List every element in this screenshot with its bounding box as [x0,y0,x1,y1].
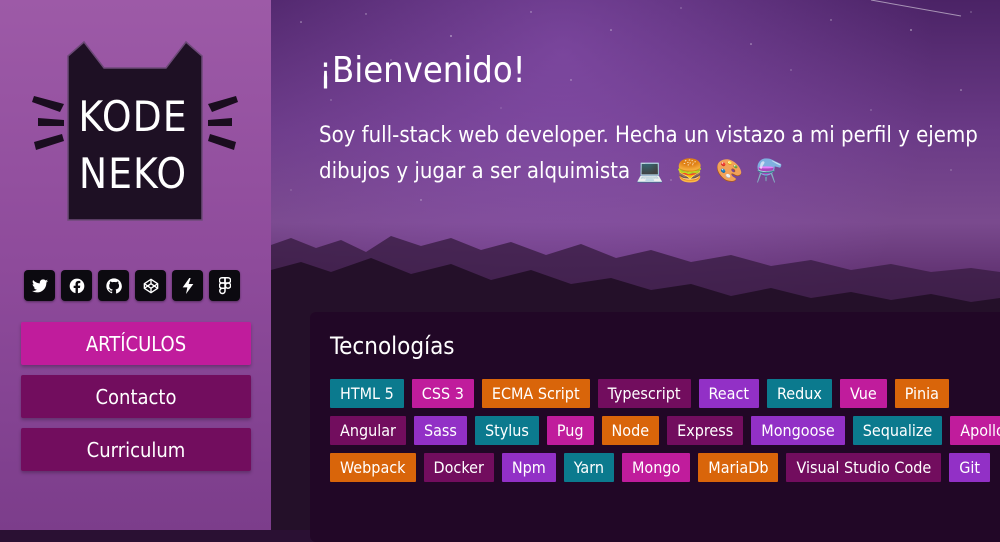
nav-contacto-button[interactable]: Contacto [21,375,251,418]
logo-line1: KODE [78,92,188,141]
sidebar: KODE NEKO ARTÍCULOS Contacto Curriculum [0,0,272,530]
intro-line2-text: dibujos y jugar a ser alquimista [319,159,631,184]
tech-tag: Node [601,416,660,445]
tech-tag: Sass [413,416,467,445]
tech-tag: Pug [546,416,594,445]
facebook-link[interactable] [61,270,92,301]
technologies-title: Tecnologías [330,332,455,360]
bolt-icon [182,277,193,294]
palette-icon: 🎨 [715,159,744,184]
technologies-card: Tecnologías HTML 5 CSS 3 ECMA Script Typesc… [310,312,1000,542]
tech-tag: Yarn [563,453,614,482]
figma-icon [218,276,231,294]
welcome-title: ¡Bienvenido! [319,50,526,91]
tech-tag: Redux [767,379,832,408]
tech-tag: React [698,379,760,408]
nav-articulos-button[interactable]: ARTÍCULOS [21,322,251,365]
social-links [24,270,240,301]
bolt-link[interactable] [172,270,203,301]
tech-tag: Mongo [621,453,691,482]
intro-line2: dibujos y jugar a ser alquimista 💻 🍔 🎨 ⚗… [319,154,1000,190]
tech-tag: Mongoose [751,416,845,445]
main-nav: ARTÍCULOS Contacto Curriculum [21,322,251,481]
twitter-link[interactable] [24,270,55,301]
codepen-icon [143,278,158,293]
figma-link[interactable] [209,270,240,301]
alembic-icon: ⚗️ [755,159,783,184]
tech-tag: Pinia [894,379,949,408]
tech-tag: Sequalize [852,416,943,445]
kode-neko-logo[interactable]: KODE NEKO [20,38,250,228]
github-link[interactable] [98,270,129,301]
tech-tag: CSS 3 [411,379,474,408]
tech-tag: Angular [330,416,406,445]
tech-tag: MariaDb [698,453,779,482]
tech-tag: ECMA Script [481,379,590,408]
tech-tag: Vue [839,379,887,408]
tech-tag: Typescript [597,379,691,408]
intro-line1: Soy full-stack web developer. Hecha un v… [319,123,978,148]
tech-tag: Visual Studio Code [786,453,942,482]
tech-tag: Stylus [474,416,539,445]
tech-tag: Git [949,453,991,482]
codepen-link[interactable] [135,270,166,301]
facebook-icon [69,278,84,294]
laptop-icon: 💻 [636,159,664,184]
tech-tag: Apollo [950,416,1000,445]
intro-text: Soy full-stack web developer. Hecha un v… [319,118,1000,190]
tech-tag: Express [667,416,744,445]
technology-tags: HTML 5 CSS 3 ECMA Script Typescript React Red… [330,379,1000,482]
github-icon [105,277,122,293]
tech-tag: Webpack [330,453,416,482]
logo-line2: NEKO [78,149,188,198]
twitter-icon [31,278,48,292]
nav-curriculum-button[interactable]: Curriculum [21,428,251,471]
burger-icon: 🍔 [676,159,704,184]
tech-tag: Npm [501,453,556,482]
tech-tag: Docker [423,453,494,482]
tech-tag: HTML 5 [330,379,404,408]
